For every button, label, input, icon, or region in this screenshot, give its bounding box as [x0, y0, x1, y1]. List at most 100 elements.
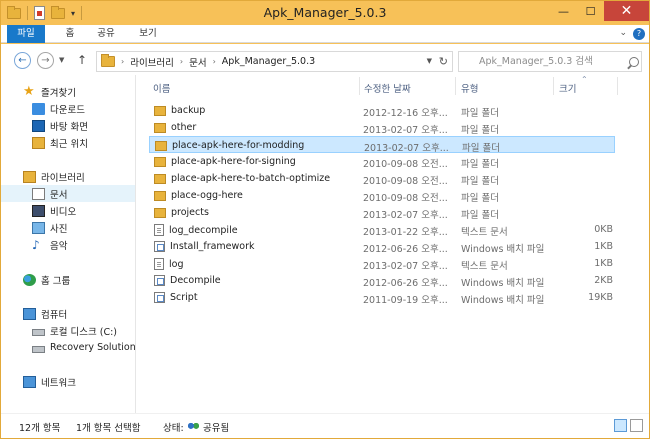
file-date: 2011-09-19 오후... — [363, 295, 448, 306]
tab-file[interactable]: 파일 — [7, 25, 45, 43]
file-name: place-apk-here-for-signing — [171, 156, 296, 167]
file-row[interactable]: other 2013-02-07 오후... 파일 폴더 — [149, 119, 615, 136]
file-row[interactable]: place-apk-here-for-signing 2010-09-08 오전.… — [149, 153, 615, 170]
sidebar-item-label: 네트워크 — [41, 377, 76, 389]
file-row[interactable]: Decompile 2012-06-26 오후... Windows 배치 파일 2K… — [149, 272, 615, 289]
folder-icon — [154, 156, 166, 167]
column-divider[interactable] — [617, 77, 618, 95]
minimize-button[interactable]: — — [550, 1, 577, 21]
file-name-cell: Script — [154, 292, 198, 303]
share-state-label: 상태: — [163, 423, 184, 434]
file-name: place-ogg-here — [171, 190, 243, 201]
breadcrumb-documents[interactable]: 문서 — [189, 55, 206, 69]
file-date: 2010-09-08 오전... — [363, 193, 448, 204]
sidebar-item-label: 문서 — [50, 189, 68, 201]
search-icon[interactable] — [629, 57, 639, 67]
close-button[interactable]: ✕ — [604, 1, 649, 21]
sidebar-item-desktop[interactable]: 바탕 화면 — [1, 117, 135, 134]
file-date: 2013-02-07 오후... — [364, 143, 449, 154]
sidebar-item-recovery[interactable]: Recovery Solution ( — [1, 339, 135, 356]
column-header-type[interactable]: 유형 — [461, 81, 478, 95]
sidebar-item-libraries[interactable]: 라이브러리 — [1, 168, 135, 185]
explorer-window: ▾ Apk_Manager_5.0.3 — ☐ ✕ 파일 홈 공유 보기 ⌄ ?… — [0, 0, 650, 439]
sidebar-item-documents[interactable]: 문서 — [1, 185, 135, 202]
file-name-cell: place-apk-here-for-signing — [154, 156, 296, 167]
sidebar-item-homegroup[interactable]: 홈 그룹 — [1, 271, 135, 288]
sidebar-item-favorites[interactable]: ★ 즐겨찾기 — [1, 83, 135, 100]
file-name: other — [171, 122, 197, 133]
tab-share[interactable]: 공유 — [91, 25, 121, 43]
file-row[interactable]: Install_framework 2012-06-26 오후... Windows… — [149, 238, 615, 255]
file-row[interactable]: log_decompile 2013-01-22 오후... 텍스트 문서 0KB — [149, 221, 615, 238]
file-name: log — [169, 258, 184, 270]
batch-file-icon — [154, 275, 165, 286]
help-icon[interactable]: ? — [633, 28, 645, 40]
sidebar-item-music[interactable]: ♪ 음악 — [1, 236, 135, 253]
breadcrumb-separator-icon[interactable]: › — [180, 57, 183, 66]
star-icon: ★ — [23, 83, 35, 99]
sidebar-item-label: 최근 위치 — [50, 138, 88, 150]
file-date: 2010-09-08 오전... — [363, 176, 448, 187]
file-date: 2012-06-26 오후... — [363, 278, 448, 289]
sidebar-item-local-disk[interactable]: 로컬 디스크 (C:) — [1, 322, 135, 339]
column-divider[interactable] — [553, 77, 554, 95]
file-name: Install_framework — [170, 241, 255, 252]
address-dropdown-icon[interactable]: ▼ — [427, 57, 432, 65]
recent-locations-dropdown-icon[interactable]: ▼ — [59, 56, 64, 64]
file-size: 2KB — [594, 275, 613, 286]
sidebar-item-videos[interactable]: 비디오 — [1, 202, 135, 219]
batch-file-icon — [154, 241, 165, 252]
file-name-cell: projects — [154, 207, 209, 218]
column-header-size[interactable]: 크기 — [559, 81, 576, 95]
file-row[interactable]: place-ogg-here 2010-09-08 오전... 파일 폴더 — [149, 187, 615, 204]
breadcrumb-separator-icon[interactable]: › — [121, 57, 124, 66]
search-input[interactable]: Apk_Manager_5.0.3 검색 — [458, 51, 642, 72]
file-type: Windows 배치 파일 — [461, 278, 545, 289]
music-icon: ♪ — [32, 237, 40, 252]
breadcrumb-separator-icon[interactable]: › — [213, 57, 216, 66]
tab-home[interactable]: 홈 — [57, 25, 83, 43]
breadcrumb-current[interactable]: Apk_Manager_5.0.3 — [222, 56, 315, 67]
forward-button[interactable]: → — [37, 52, 54, 69]
column-header-date[interactable]: 수정한 날짜 — [364, 81, 411, 95]
sidebar-item-recent[interactable]: 최근 위치 — [1, 134, 135, 151]
file-name-cell: place-apk-here-to-batch-optimize — [154, 173, 330, 184]
navigation-bar: ← → ▼ ↑ › 라이브러리 › 문서 › Apk_Manager_5.0.3… — [1, 44, 649, 75]
column-divider[interactable] — [455, 77, 456, 95]
sidebar-item-network[interactable]: 네트워크 — [1, 373, 135, 390]
file-size: 0KB — [594, 224, 613, 235]
file-type: 파일 폴더 — [461, 210, 499, 221]
up-button[interactable]: ↑ — [77, 53, 87, 67]
file-row[interactable]: log 2013-02-07 오후... 텍스트 문서 1KB — [149, 255, 615, 272]
file-name: place-apk-here-to-batch-optimize — [171, 173, 331, 184]
file-name: log_decompile — [169, 224, 238, 236]
sidebar-item-label: 홈 그룹 — [41, 275, 71, 287]
file-row[interactable]: projects 2013-02-07 오후... 파일 폴더 — [149, 204, 615, 221]
maximize-button[interactable]: ☐ — [577, 1, 604, 21]
file-row[interactable]: place-apk-here-to-batch-optimize 2010-09-… — [149, 170, 615, 187]
file-row[interactable]: backup 2012-12-16 오후... 파일 폴더 — [149, 102, 615, 119]
column-header-name[interactable]: 이름 — [153, 81, 170, 95]
tab-view[interactable]: 보기 — [133, 25, 163, 43]
documents-icon — [32, 187, 45, 200]
breadcrumb-libraries[interactable]: 라이브러리 — [130, 55, 174, 69]
column-divider[interactable] — [359, 77, 360, 95]
file-size: 1KB — [594, 241, 613, 252]
address-bar[interactable]: › 라이브러리 › 문서 › Apk_Manager_5.0.3 ▼ ↻ — [96, 51, 453, 72]
expand-ribbon-icon[interactable]: ⌄ — [619, 28, 627, 38]
sort-ascending-icon: ⌃ — [581, 75, 588, 84]
file-name-cell: other — [154, 122, 196, 133]
drive-icon — [32, 345, 45, 353]
share-state: 공유됨 — [187, 420, 229, 434]
file-row[interactable]: Script 2011-09-19 오후... Windows 배치 파일 19KB — [149, 289, 615, 306]
sidebar-item-downloads[interactable]: 다운로드 — [1, 100, 135, 117]
details-view-button[interactable] — [614, 419, 627, 432]
back-button[interactable]: ← — [14, 52, 31, 69]
large-icons-view-button[interactable] — [630, 419, 643, 432]
file-type: 파일 폴더 — [461, 125, 499, 136]
refresh-icon[interactable]: ↻ — [439, 55, 448, 68]
sidebar-item-computer[interactable]: 컴퓨터 — [1, 305, 135, 322]
sidebar-item-label: 다운로드 — [50, 104, 85, 116]
file-row[interactable]: place-apk-here-for-modding 2013-02-07 오후.… — [149, 136, 615, 154]
sidebar-item-pictures[interactable]: 사진 — [1, 219, 135, 236]
